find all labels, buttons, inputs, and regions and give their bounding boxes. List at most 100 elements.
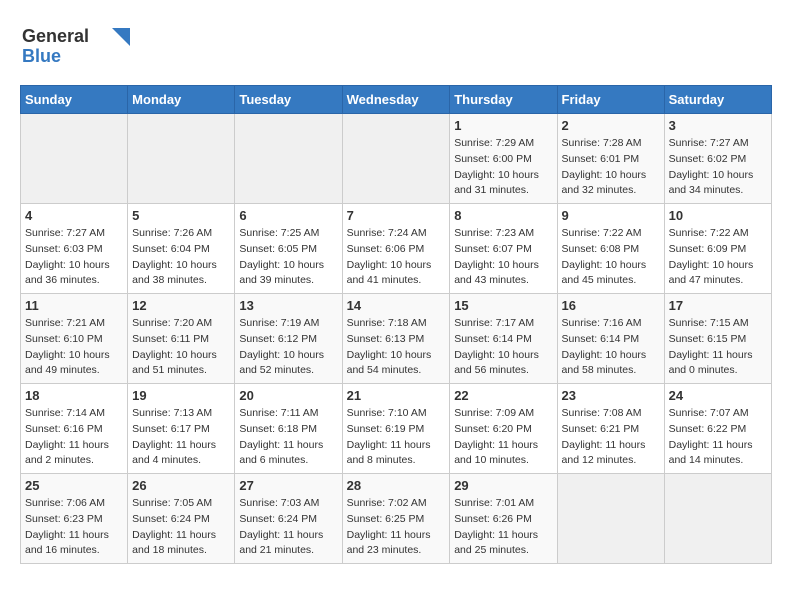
day-number: 4 xyxy=(25,208,123,223)
calendar-day-cell xyxy=(342,114,450,204)
day-of-week-header: Saturday xyxy=(664,86,771,114)
calendar-day-cell: 9 Sunrise: 7:22 AM Sunset: 6:08 PM Daylig… xyxy=(557,204,664,294)
calendar-day-cell: 14 Sunrise: 7:18 AM Sunset: 6:13 PM Dayli… xyxy=(342,294,450,384)
day-number: 11 xyxy=(25,298,123,313)
calendar-day-cell: 2 Sunrise: 7:28 AM Sunset: 6:01 PM Daylig… xyxy=(557,114,664,204)
day-info: Sunrise: 7:14 AM Sunset: 6:16 PM Dayligh… xyxy=(25,406,123,469)
day-number: 21 xyxy=(347,388,446,403)
day-number: 7 xyxy=(347,208,446,223)
day-number: 2 xyxy=(562,118,660,133)
day-info: Sunrise: 7:27 AM Sunset: 6:03 PM Dayligh… xyxy=(25,226,123,289)
day-info: Sunrise: 7:17 AM Sunset: 6:14 PM Dayligh… xyxy=(454,316,552,379)
day-number: 18 xyxy=(25,388,123,403)
day-info: Sunrise: 7:09 AM Sunset: 6:20 PM Dayligh… xyxy=(454,406,552,469)
calendar-day-cell: 28 Sunrise: 7:02 AM Sunset: 6:25 PM Dayli… xyxy=(342,474,450,564)
calendar-day-cell: 13 Sunrise: 7:19 AM Sunset: 6:12 PM Dayli… xyxy=(235,294,342,384)
calendar-day-cell xyxy=(235,114,342,204)
day-number: 29 xyxy=(454,478,552,493)
day-info: Sunrise: 7:02 AM Sunset: 6:25 PM Dayligh… xyxy=(347,496,446,559)
day-number: 25 xyxy=(25,478,123,493)
calendar-day-cell: 10Sunrise: 7:22 AM Sunset: 6:09 PM Dayli… xyxy=(664,204,771,294)
day-info: Sunrise: 7:19 AM Sunset: 6:12 PM Dayligh… xyxy=(239,316,337,379)
day-info: Sunrise: 7:08 AM Sunset: 6:21 PM Dayligh… xyxy=(562,406,660,469)
day-number: 24 xyxy=(669,388,767,403)
header-row: SundayMondayTuesdayWednesdayThursdayFrid… xyxy=(21,86,772,114)
calendar-day-cell: 3 Sunrise: 7:27 AM Sunset: 6:02 PM Daylig… xyxy=(664,114,771,204)
calendar-day-cell: 15 Sunrise: 7:17 AM Sunset: 6:14 PM Dayli… xyxy=(450,294,557,384)
calendar-day-cell: 18 Sunrise: 7:14 AM Sunset: 6:16 PM Dayli… xyxy=(21,384,128,474)
day-number: 28 xyxy=(347,478,446,493)
day-info: Sunrise: 7:18 AM Sunset: 6:13 PM Dayligh… xyxy=(347,316,446,379)
day-number: 27 xyxy=(239,478,337,493)
day-number: 19 xyxy=(132,388,230,403)
day-of-week-header: Wednesday xyxy=(342,86,450,114)
day-info: Sunrise: 7:27 AM Sunset: 6:02 PM Dayligh… xyxy=(669,136,767,199)
calendar-day-cell: 17Sunrise: 7:15 AM Sunset: 6:15 PM Dayli… xyxy=(664,294,771,384)
calendar-day-cell: 23 Sunrise: 7:08 AM Sunset: 6:21 PM Dayli… xyxy=(557,384,664,474)
day-info: Sunrise: 7:20 AM Sunset: 6:11 PM Dayligh… xyxy=(132,316,230,379)
calendar-day-cell xyxy=(664,474,771,564)
calendar-table: SundayMondayTuesdayWednesdayThursdayFrid… xyxy=(20,85,772,564)
day-info: Sunrise: 7:07 AM Sunset: 6:22 PM Dayligh… xyxy=(669,406,767,469)
day-info: Sunrise: 7:03 AM Sunset: 6:24 PM Dayligh… xyxy=(239,496,337,559)
day-info: Sunrise: 7:29 AM Sunset: 6:00 PM Dayligh… xyxy=(454,136,552,199)
day-info: Sunrise: 7:06 AM Sunset: 6:23 PM Dayligh… xyxy=(25,496,123,559)
day-number: 1 xyxy=(454,118,552,133)
calendar-day-cell xyxy=(128,114,235,204)
day-info: Sunrise: 7:25 AM Sunset: 6:05 PM Dayligh… xyxy=(239,226,337,289)
calendar-day-cell: 24 Sunrise: 7:07 AM Sunset: 6:22 PM Dayli… xyxy=(664,384,771,474)
calendar-day-cell: 7 Sunrise: 7:24 AM Sunset: 6:06 PM Daylig… xyxy=(342,204,450,294)
calendar-day-cell: 1 Sunrise: 7:29 AM Sunset: 6:00 PM Daylig… xyxy=(450,114,557,204)
day-of-week-header: Tuesday xyxy=(235,86,342,114)
calendar-day-cell xyxy=(557,474,664,564)
page-header: General Blue xyxy=(20,20,772,75)
calendar-body: 1 Sunrise: 7:29 AM Sunset: 6:00 PM Daylig… xyxy=(21,114,772,564)
day-of-week-header: Friday xyxy=(557,86,664,114)
calendar-week-row: 25 Sunrise: 7:06 AM Sunset: 6:23 PM Dayli… xyxy=(21,474,772,564)
calendar-day-cell: 4 Sunrise: 7:27 AM Sunset: 6:03 PM Daylig… xyxy=(21,204,128,294)
svg-text:General: General xyxy=(22,26,89,46)
calendar-day-cell: 5 Sunrise: 7:26 AM Sunset: 6:04 PM Daylig… xyxy=(128,204,235,294)
day-of-week-header: Sunday xyxy=(21,86,128,114)
calendar-day-cell xyxy=(21,114,128,204)
day-number: 15 xyxy=(454,298,552,313)
day-number: 3 xyxy=(669,118,767,133)
day-info: Sunrise: 7:22 AM Sunset: 6:09 PM Dayligh… xyxy=(669,226,767,289)
day-info: Sunrise: 7:28 AM Sunset: 6:01 PM Dayligh… xyxy=(562,136,660,199)
logo: General Blue xyxy=(20,20,130,75)
day-info: Sunrise: 7:22 AM Sunset: 6:08 PM Dayligh… xyxy=(562,226,660,289)
calendar-day-cell: 22 Sunrise: 7:09 AM Sunset: 6:20 PM Dayli… xyxy=(450,384,557,474)
day-of-week-header: Thursday xyxy=(450,86,557,114)
day-number: 9 xyxy=(562,208,660,223)
day-info: Sunrise: 7:01 AM Sunset: 6:26 PM Dayligh… xyxy=(454,496,552,559)
calendar-day-cell: 26Sunrise: 7:05 AM Sunset: 6:24 PM Dayli… xyxy=(128,474,235,564)
calendar-day-cell: 16Sunrise: 7:16 AM Sunset: 6:14 PM Dayli… xyxy=(557,294,664,384)
day-number: 16 xyxy=(562,298,660,313)
calendar-week-row: 4 Sunrise: 7:27 AM Sunset: 6:03 PM Daylig… xyxy=(21,204,772,294)
day-info: Sunrise: 7:24 AM Sunset: 6:06 PM Dayligh… xyxy=(347,226,446,289)
calendar-week-row: 11 Sunrise: 7:21 AM Sunset: 6:10 PM Dayli… xyxy=(21,294,772,384)
calendar-header: SundayMondayTuesdayWednesdayThursdayFrid… xyxy=(21,86,772,114)
day-info: Sunrise: 7:26 AM Sunset: 6:04 PM Dayligh… xyxy=(132,226,230,289)
logo-wordmark: General Blue xyxy=(20,20,130,75)
calendar-day-cell: 6Sunrise: 7:25 AM Sunset: 6:05 PM Daylig… xyxy=(235,204,342,294)
calendar-day-cell: 12 Sunrise: 7:20 AM Sunset: 6:11 PM Dayli… xyxy=(128,294,235,384)
day-info: Sunrise: 7:21 AM Sunset: 6:10 PM Dayligh… xyxy=(25,316,123,379)
calendar-day-cell: 20Sunrise: 7:11 AM Sunset: 6:18 PM Dayli… xyxy=(235,384,342,474)
day-number: 14 xyxy=(347,298,446,313)
day-info: Sunrise: 7:23 AM Sunset: 6:07 PM Dayligh… xyxy=(454,226,552,289)
day-number: 23 xyxy=(562,388,660,403)
calendar-day-cell: 25 Sunrise: 7:06 AM Sunset: 6:23 PM Dayli… xyxy=(21,474,128,564)
svg-text:Blue: Blue xyxy=(22,46,61,66)
calendar-day-cell: 19Sunrise: 7:13 AM Sunset: 6:17 PM Dayli… xyxy=(128,384,235,474)
calendar-day-cell: 29 Sunrise: 7:01 AM Sunset: 6:26 PM Dayli… xyxy=(450,474,557,564)
day-number: 5 xyxy=(132,208,230,223)
day-number: 13 xyxy=(239,298,337,313)
day-info: Sunrise: 7:15 AM Sunset: 6:15 PM Dayligh… xyxy=(669,316,767,379)
day-info: Sunrise: 7:05 AM Sunset: 6:24 PM Dayligh… xyxy=(132,496,230,559)
logo-general-text: General Blue xyxy=(20,57,130,74)
day-number: 12 xyxy=(132,298,230,313)
calendar-day-cell: 21Sunrise: 7:10 AM Sunset: 6:19 PM Dayli… xyxy=(342,384,450,474)
day-number: 22 xyxy=(454,388,552,403)
day-info: Sunrise: 7:11 AM Sunset: 6:18 PM Dayligh… xyxy=(239,406,337,469)
